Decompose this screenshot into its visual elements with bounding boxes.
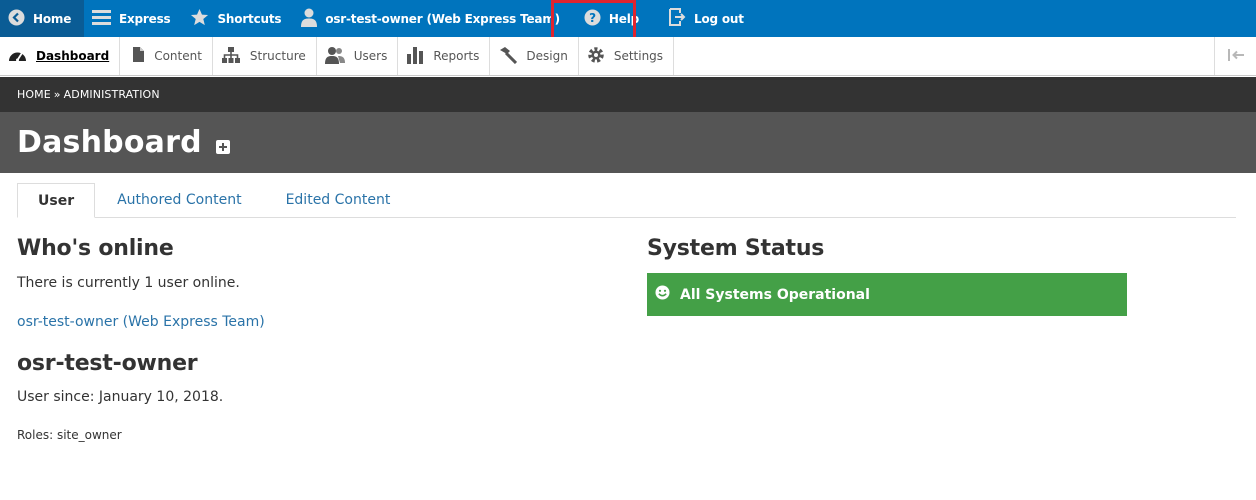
- star-icon: [190, 8, 217, 30]
- express-menu[interactable]: Express: [84, 0, 182, 37]
- dashboard-icon: [8, 48, 36, 65]
- smiley-icon: [655, 285, 680, 304]
- help-link[interactable]: ? Help: [572, 0, 651, 37]
- shortcuts-label: Shortcuts: [217, 11, 282, 26]
- tab-user[interactable]: User: [17, 183, 96, 218]
- bar-chart-icon: [406, 46, 433, 67]
- breadcrumb: HOME » ADMINISTRATION: [0, 77, 1256, 112]
- tab-authored-content[interactable]: Authored Content: [95, 183, 263, 217]
- document-icon: [132, 46, 154, 66]
- online-user-link[interactable]: osr-test-owner (Web Express Team): [17, 314, 617, 330]
- tray-item-label: Dashboard: [36, 49, 110, 63]
- tray-item-content[interactable]: Content: [120, 37, 213, 75]
- tray-item-label: Structure: [249, 49, 306, 63]
- add-shortcut-icon[interactable]: [215, 139, 230, 154]
- hamburger-icon: [92, 9, 119, 29]
- profile-name: osr-test-owner: [17, 351, 198, 376]
- tray-item-dashboard[interactable]: Dashboard: [0, 37, 121, 75]
- home-label: Home: [33, 11, 72, 26]
- admin-toolbar: Home Express Shortcuts osr-test-owner (W…: [0, 0, 1256, 37]
- status-message: All Systems Operational: [647, 273, 1127, 316]
- roles-text: Roles: site_owner: [17, 428, 122, 442]
- tray-item-label: Users: [353, 49, 388, 63]
- online-count-text: There is currently 1 user online.: [17, 275, 240, 291]
- tray-orientation-toggle[interactable]: [1214, 37, 1256, 75]
- help-label: Help: [608, 11, 639, 26]
- shortcuts-menu[interactable]: Shortcuts: [182, 0, 293, 37]
- breadcrumb-home[interactable]: HOME: [17, 88, 51, 101]
- gear-icon: [587, 46, 614, 67]
- hammer-icon: [498, 46, 526, 67]
- svg-text:?: ?: [589, 11, 596, 25]
- user-menu[interactable]: osr-test-owner (Web Express Team): [293, 0, 572, 37]
- page-title: Dashboard: [17, 125, 202, 160]
- tray-item-label: Reports: [433, 49, 480, 63]
- tray-item-structure[interactable]: Structure: [213, 37, 317, 75]
- logout-link[interactable]: Log out: [651, 0, 756, 37]
- tray-item-users[interactable]: Users: [317, 37, 399, 75]
- tab-edited-content[interactable]: Edited Content: [264, 183, 413, 217]
- logout-label: Log out: [694, 11, 744, 26]
- people-icon: [324, 46, 354, 67]
- user-icon: [301, 8, 325, 30]
- dashboard-tabs: User Authored Content Edited Content: [17, 183, 1236, 218]
- tray-item-label: Design: [526, 49, 568, 63]
- express-label: Express: [119, 11, 171, 26]
- breadcrumb-separator: »: [53, 88, 61, 101]
- collapse-arrow-icon: [1227, 47, 1245, 66]
- tray-item-design[interactable]: Design: [490, 37, 579, 75]
- breadcrumb-current[interactable]: ADMINISTRATION: [64, 88, 160, 101]
- tray-item-reports[interactable]: Reports: [398, 37, 491, 75]
- status-text: All Systems Operational: [680, 286, 870, 303]
- admin-tray: Dashboard Content Structure Users Report…: [0, 37, 1256, 76]
- user-label: osr-test-owner (Web Express Team): [325, 11, 560, 26]
- system-status-panel: System Status All Systems Operational: [647, 236, 1127, 316]
- whos-online-heading: Who's online: [17, 236, 174, 261]
- logout-icon: [669, 8, 694, 29]
- tray-item-label: Settings: [613, 49, 664, 63]
- sitemap-icon: [221, 46, 250, 67]
- tray-item-settings[interactable]: Settings: [579, 37, 675, 75]
- system-status-heading: System Status: [647, 236, 825, 261]
- tray-item-label: Content: [154, 49, 202, 63]
- help-icon: ?: [584, 9, 609, 29]
- user-panel: Who's online There is currently 1 user o…: [17, 236, 617, 442]
- back-arrow-icon: [8, 9, 33, 29]
- user-since-text: User since: January 10, 2018.: [17, 389, 224, 405]
- title-bar: Dashboard: [0, 112, 1256, 173]
- home-link[interactable]: Home: [0, 0, 84, 37]
